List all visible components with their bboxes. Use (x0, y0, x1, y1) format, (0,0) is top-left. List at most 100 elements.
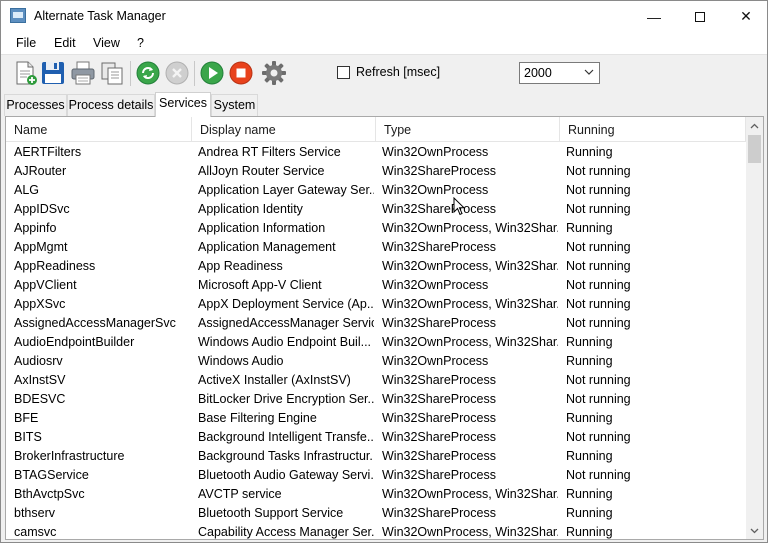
new-document-button[interactable] (11, 59, 39, 87)
tab-services[interactable]: Services (155, 92, 211, 117)
table-row[interactable]: BDESVC BitLocker Drive Encryption Ser... W… (6, 390, 746, 409)
cell-type: Win32ShareProcess (382, 164, 496, 178)
column-header-type[interactable]: Type (376, 117, 560, 142)
cell-running: Not running (566, 259, 631, 273)
cell-running: Running (566, 145, 613, 159)
table-row[interactable]: BthAvctpSvc AVCTP service Win32OwnProcess,… (6, 485, 746, 504)
refresh-icon (136, 61, 160, 85)
table-row[interactable]: BITS Background Intelligent Transfe... Win… (6, 428, 746, 447)
cell-running: Not running (566, 297, 631, 311)
table-row[interactable]: AssignedAccessManagerSvc AssignedAccessMa… (6, 314, 746, 333)
table-row[interactable]: bthserv Bluetooth Support Service Win32Sha… (6, 504, 746, 523)
vertical-scrollbar[interactable] (746, 117, 763, 539)
cell-running: Running (566, 487, 613, 501)
cell-name: AERTFilters (14, 145, 82, 159)
menu-help[interactable]: ? (137, 36, 144, 50)
cell-name: Appinfo (14, 221, 57, 235)
cell-display-name: Background Intelligent Transfe... (198, 430, 374, 444)
cell-name: Audiosrv (14, 354, 63, 368)
column-header-name[interactable]: Name (6, 117, 192, 142)
cell-name: BthAvctpSvc (14, 487, 85, 501)
toolbar-separator (194, 61, 195, 86)
cell-display-name: Windows Audio Endpoint Buil... (198, 335, 372, 349)
menu-file[interactable]: File (16, 36, 36, 50)
tab-processes[interactable]: Processes (4, 94, 67, 116)
cell-name: bthserv (14, 506, 55, 520)
cell-type: Win32OwnProcess, Win32Shar... (382, 297, 558, 311)
menu-edit[interactable]: Edit (54, 36, 76, 50)
cell-display-name: AllJoyn Router Service (198, 164, 325, 178)
cell-type: Win32ShareProcess (382, 449, 496, 463)
settings-button[interactable] (260, 59, 288, 87)
cell-name: AudioEndpointBuilder (14, 335, 135, 349)
table-row[interactable]: AppIDSvc Application Identity Win32SharePr… (6, 200, 746, 219)
table-row[interactable]: AJRouter AllJoyn Router Service Win32Share… (6, 162, 746, 181)
cell-type: Win32ShareProcess (382, 202, 496, 216)
print-button[interactable] (69, 59, 97, 87)
cell-display-name: Background Tasks Infrastructur... (198, 449, 374, 463)
refresh-interval-select[interactable]: 2000 (519, 62, 600, 84)
table-row[interactable]: AudioEndpointBuilder Windows Audio Endpoi… (6, 333, 746, 352)
refresh-button[interactable] (134, 59, 162, 87)
refresh-label: Refresh [msec] (356, 65, 441, 79)
cell-display-name: Microsoft App-V Client (198, 278, 322, 292)
tab-process-details[interactable]: Process details (67, 94, 155, 116)
cell-running: Not running (566, 240, 631, 254)
cell-display-name: Andrea RT Filters Service (198, 145, 341, 159)
new-document-icon (16, 61, 37, 85)
scroll-up-button[interactable] (746, 117, 763, 134)
table-row[interactable]: BrokerInfrastructure Background Tasks Inf… (6, 447, 746, 466)
column-header-running[interactable]: Running (560, 117, 746, 142)
cell-display-name: Windows Audio (198, 354, 284, 368)
table-row[interactable]: AppReadiness App Readiness Win32OwnProcess… (6, 257, 746, 276)
play-icon (200, 61, 224, 85)
stop-process-button-disabled[interactable] (163, 59, 191, 87)
copy-button[interactable] (98, 59, 126, 87)
services-list[interactable]: Name Display name Type Running AERTFilte… (5, 116, 764, 540)
cell-name: AppVClient (14, 278, 77, 292)
scrollbar-thumb[interactable] (748, 135, 761, 163)
cell-type: Win32OwnProcess, Win32Shar... (382, 335, 558, 349)
save-button[interactable] (39, 59, 67, 87)
title-bar[interactable]: Alternate Task Manager — ✕ (1, 1, 767, 32)
tab-strip: Processes Process details Services Syste… (1, 92, 767, 117)
table-row[interactable]: BTAGService Bluetooth Audio Gateway Servi… (6, 466, 746, 485)
close-button[interactable]: ✕ (723, 1, 767, 32)
table-row[interactable]: AppMgmt Application Management Win32ShareP… (6, 238, 746, 257)
table-row[interactable]: Audiosrv Windows Audio Win32OwnProcess Runn… (6, 352, 746, 371)
cell-name: AssignedAccessManagerSvc (14, 316, 176, 330)
table-row[interactable]: AppVClient Microsoft App-V Client Win32Own… (6, 276, 746, 295)
cell-name: AppMgmt (14, 240, 68, 254)
save-icon (42, 62, 64, 84)
table-row[interactable]: AxInstSV ActiveX Installer (AxInstSV) Win3… (6, 371, 746, 390)
tab-system[interactable]: System (211, 94, 258, 116)
cell-type: Win32ShareProcess (382, 506, 496, 520)
cell-name: AppXSvc (14, 297, 66, 311)
cell-type: Win32OwnProcess, Win32Shar... (382, 259, 558, 273)
cell-name: BrokerInfrastructure (14, 449, 125, 463)
refresh-checkbox[interactable] (337, 66, 350, 79)
cell-type: Win32ShareProcess (382, 240, 496, 254)
cell-display-name: AssignedAccessManager Service (198, 316, 374, 330)
start-service-button[interactable] (198, 59, 226, 87)
scroll-down-button[interactable] (746, 522, 763, 539)
table-row[interactable]: Appinfo Application Information Win32OwnPr… (6, 219, 746, 238)
table-row[interactable]: ALG Application Layer Gateway Ser... Win32… (6, 181, 746, 200)
cell-name: BTAGService (14, 468, 89, 482)
cell-name: ALG (14, 183, 40, 197)
cell-type: Win32OwnProcess (382, 145, 489, 159)
table-row[interactable]: BFE Base Filtering Engine Win32ShareProces… (6, 409, 746, 428)
minimize-button[interactable]: — (631, 1, 677, 32)
column-header-display-name[interactable]: Display name (192, 117, 376, 142)
table-row[interactable]: camsvc Capability Access Manager Ser... Wi… (6, 523, 746, 539)
table-row[interactable]: AERTFilters Andrea RT Filters Service Win3… (6, 143, 746, 162)
maximize-button[interactable] (677, 1, 723, 32)
window-title: Alternate Task Manager (34, 9, 166, 23)
cell-running: Running (566, 335, 613, 349)
cell-running: Running (566, 525, 613, 539)
table-row[interactable]: AppXSvc AppX Deployment Service (Ap... Win… (6, 295, 746, 314)
stop-service-button[interactable] (227, 59, 255, 87)
cell-name: camsvc (14, 525, 57, 539)
cell-display-name: Bluetooth Audio Gateway Servi... (198, 468, 374, 482)
menu-view[interactable]: View (93, 36, 120, 50)
